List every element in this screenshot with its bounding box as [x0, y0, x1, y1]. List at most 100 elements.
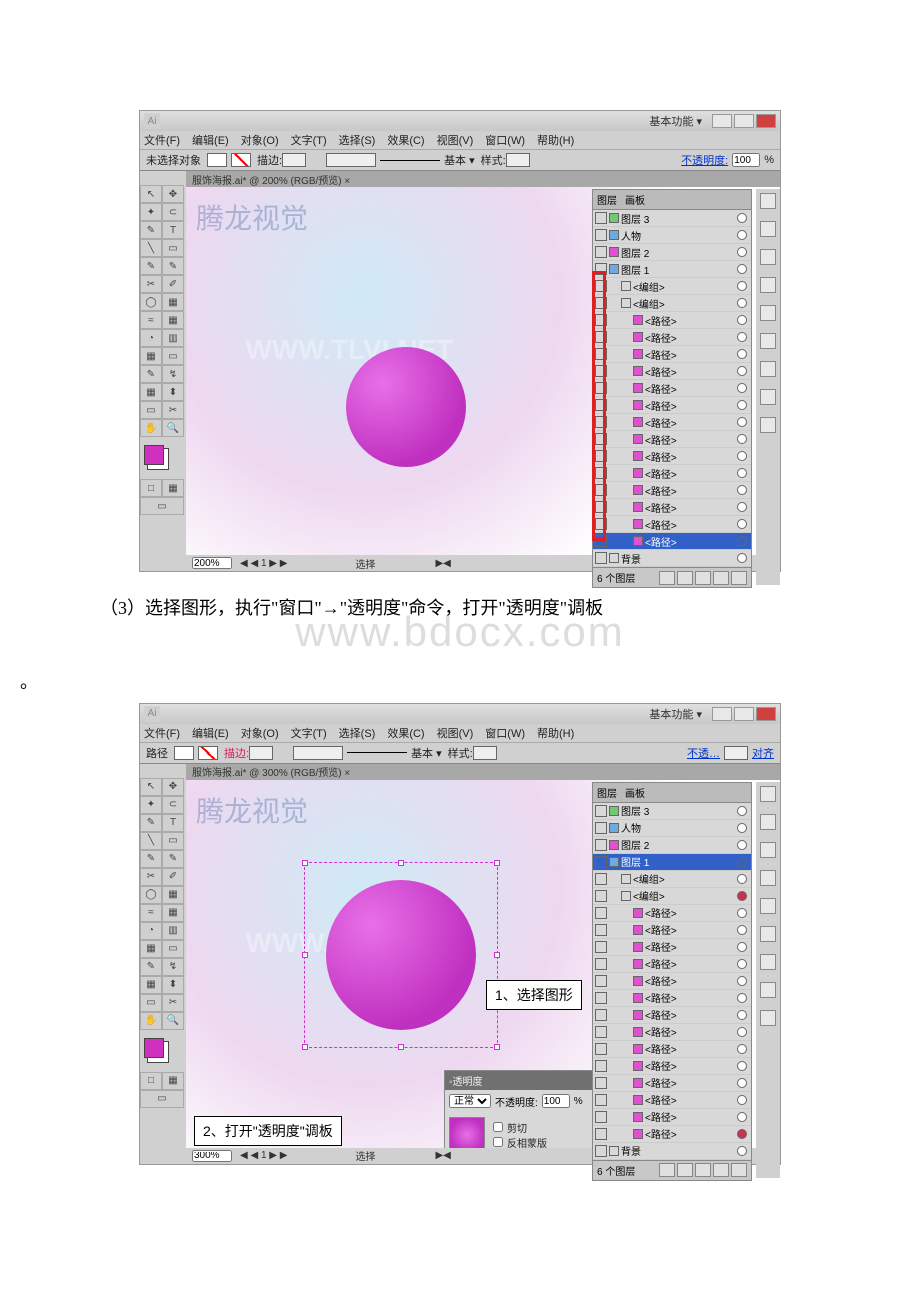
- menu-file[interactable]: 文件(F): [144, 725, 180, 741]
- line-tool[interactable]: ╲: [140, 832, 162, 850]
- nav-controls[interactable]: ◀ ◀ 1 ▶ ▶: [240, 1150, 287, 1161]
- zoom-tool[interactable]: 🔍: [162, 419, 184, 437]
- layer-row[interactable]: <路径>: [593, 346, 751, 363]
- line-tool[interactable]: ╲: [140, 239, 162, 257]
- rect-tool[interactable]: ▭: [162, 239, 184, 257]
- swatches-panel-icon[interactable]: [760, 814, 776, 830]
- gradient-mode[interactable]: ▦: [162, 1072, 184, 1090]
- layer-row[interactable]: <编组>: [593, 295, 751, 312]
- menu-effect[interactable]: 效果(C): [387, 725, 424, 741]
- lasso-tool[interactable]: ⊂: [162, 796, 184, 814]
- nav-controls[interactable]: ◀ ◀ 1 ▶ ▶: [240, 558, 287, 569]
- magic-wand-tool[interactable]: ✦: [140, 796, 162, 814]
- layer-row[interactable]: <编组>: [593, 888, 751, 905]
- new-layer-button[interactable]: [713, 1163, 729, 1177]
- invert-mask-checkbox[interactable]: [493, 1137, 503, 1147]
- menu-view[interactable]: 视图(V): [437, 725, 474, 741]
- pencil-tool[interactable]: ✎: [162, 850, 184, 868]
- symbol-spray-tool[interactable]: ◔: [140, 329, 162, 347]
- layer-row[interactable]: <路径>: [593, 1126, 751, 1143]
- align-link[interactable]: 对齐: [752, 745, 774, 761]
- selection-tool[interactable]: ↖: [140, 778, 162, 796]
- close-button[interactable]: [756, 707, 776, 721]
- graph-tool[interactable]: ▥: [162, 329, 184, 347]
- color-mode[interactable]: □: [140, 1072, 162, 1090]
- layer-row[interactable]: <路径>: [593, 431, 751, 448]
- clip-checkbox[interactable]: [493, 1122, 503, 1132]
- slice-tool[interactable]: ✂: [162, 994, 184, 1012]
- layer-row[interactable]: <编组>: [593, 871, 751, 888]
- stroke-weight[interactable]: [249, 746, 273, 760]
- color-selector[interactable]: [140, 1034, 186, 1062]
- layer-row[interactable]: <路径>: [593, 973, 751, 990]
- appearance-panel-icon[interactable]: [760, 926, 776, 942]
- layer-row[interactable]: <路径>: [593, 397, 751, 414]
- layer-row[interactable]: <路径>: [593, 939, 751, 956]
- artboard-tool[interactable]: ▭: [140, 994, 162, 1012]
- brushes-panel-icon[interactable]: [760, 417, 776, 433]
- blend-mode-select[interactable]: 正常: [449, 1094, 491, 1108]
- menubar[interactable]: 文件(F) 编辑(E) 对象(O) 文字(T) 选择(S) 效果(C) 视图(V…: [140, 724, 780, 742]
- zoom-input[interactable]: [192, 557, 232, 569]
- locate-button[interactable]: [659, 571, 675, 585]
- maximize-button[interactable]: [734, 707, 754, 721]
- gradient-mode[interactable]: ▦: [162, 479, 184, 497]
- rotate-tool[interactable]: ◯: [140, 886, 162, 904]
- eraser-tool[interactable]: ✐: [162, 275, 184, 293]
- layer-row[interactable]: <路径>: [593, 905, 751, 922]
- opacity-link[interactable]: 不透…: [687, 745, 720, 761]
- workspace-switcher[interactable]: 基本功能 ▾: [649, 706, 702, 722]
- layer-row[interactable]: <路径>: [593, 1058, 751, 1075]
- layer-row[interactable]: 人物: [593, 820, 751, 837]
- free-transform-tool[interactable]: ▦: [162, 311, 184, 329]
- mask-button[interactable]: [677, 1163, 693, 1177]
- layer-row[interactable]: 图层 1: [593, 261, 751, 278]
- layer-row[interactable]: <路径>: [593, 990, 751, 1007]
- layer-row[interactable]: <路径>: [593, 380, 751, 397]
- type-tool[interactable]: T: [162, 814, 184, 832]
- gradient-panel-icon[interactable]: [760, 870, 776, 886]
- new-sublayer-button[interactable]: [695, 1163, 711, 1177]
- brush-def[interactable]: [293, 746, 343, 760]
- symbol-spray-tool[interactable]: ◔: [140, 922, 162, 940]
- live-paint-tool[interactable]: ▦: [140, 383, 162, 401]
- rotate-tool[interactable]: ◯: [140, 293, 162, 311]
- stroke-panel-icon[interactable]: [760, 842, 776, 858]
- new-layer-button[interactable]: [713, 571, 729, 585]
- blend-tool[interactable]: ↯: [162, 958, 184, 976]
- graphic-styles-panel-icon[interactable]: [760, 954, 776, 970]
- layer-row[interactable]: <路径>: [593, 1109, 751, 1126]
- menu-edit[interactable]: 编辑(E): [192, 132, 229, 148]
- mesh-tool[interactable]: ▦: [140, 347, 162, 365]
- direct-select-tool[interactable]: ✥: [162, 185, 184, 203]
- scale-tool[interactable]: ▦: [162, 886, 184, 904]
- symbols-panel-icon[interactable]: [760, 389, 776, 405]
- hand-tool[interactable]: ✋: [140, 419, 162, 437]
- style-dd[interactable]: [473, 746, 497, 760]
- menu-object[interactable]: 对象(O): [241, 725, 279, 741]
- minimize-button[interactable]: [712, 114, 732, 128]
- maximize-button[interactable]: [734, 114, 754, 128]
- stroke-weight[interactable]: [282, 153, 306, 167]
- opacity-input[interactable]: [542, 1094, 570, 1108]
- brush-tool[interactable]: ✎: [140, 257, 162, 275]
- menu-window[interactable]: 窗口(W): [485, 132, 525, 148]
- opacity-input[interactable]: [732, 153, 760, 167]
- menu-effect[interactable]: 效果(C): [387, 132, 424, 148]
- layer-row[interactable]: <编组>: [593, 278, 751, 295]
- lasso-tool[interactable]: ⊂: [162, 203, 184, 221]
- fill-swatch[interactable]: [174, 746, 194, 760]
- rect-tool[interactable]: ▭: [162, 832, 184, 850]
- eyedropper-tool[interactable]: ✎: [140, 958, 162, 976]
- slice-tool[interactable]: ✂: [162, 401, 184, 419]
- layer-row[interactable]: 图层 2: [593, 837, 751, 854]
- layer-row[interactable]: <路径>: [593, 363, 751, 380]
- mask-button[interactable]: [677, 571, 693, 585]
- close-button[interactable]: [756, 114, 776, 128]
- pen-tool[interactable]: ✎: [140, 221, 162, 239]
- tab-artboards[interactable]: 画板: [625, 192, 645, 207]
- gradient-tool[interactable]: ▭: [162, 940, 184, 958]
- trash-button[interactable]: [731, 571, 747, 585]
- transparency-panel-icon[interactable]: [760, 305, 776, 321]
- pencil-tool[interactable]: ✎: [162, 257, 184, 275]
